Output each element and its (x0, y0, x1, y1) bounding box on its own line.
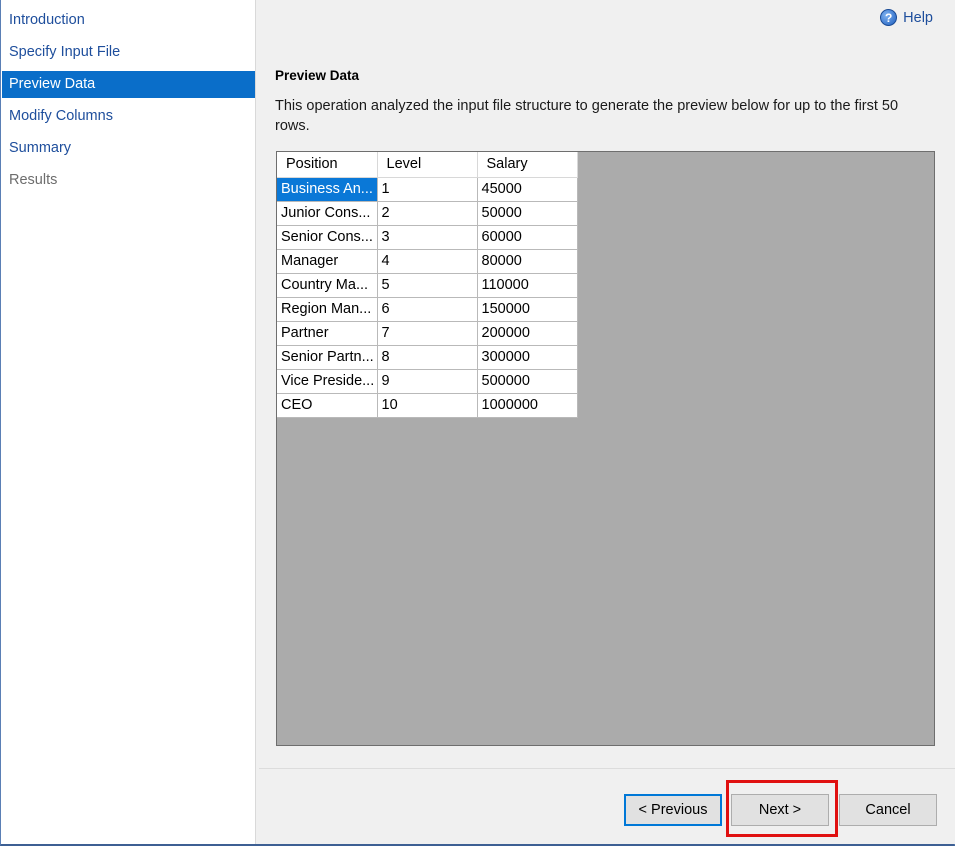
table-cell-salary[interactable]: 500000 (477, 369, 578, 394)
table-cell-position[interactable]: Vice Preside... (277, 369, 378, 394)
table-cell-level[interactable]: 5 (377, 273, 478, 298)
table-row: Region Man... 6 150000 (277, 297, 578, 322)
table-cell-level[interactable]: 7 (377, 321, 478, 346)
table-cell-salary[interactable]: 110000 (477, 273, 578, 298)
table-cell-position[interactable]: Senior Partn... (277, 345, 378, 370)
sidebar-item-modify-columns[interactable]: Modify Columns (2, 103, 255, 130)
table-cell-salary[interactable]: 80000 (477, 249, 578, 274)
table-row: Junior Cons... 2 50000 (277, 201, 578, 226)
table-cell-level[interactable]: 10 (377, 393, 478, 418)
table-row: Business An... 1 45000 (277, 177, 578, 202)
table-cell-level[interactable]: 4 (377, 249, 478, 274)
table-cell-level[interactable]: 1 (377, 177, 478, 202)
previous-button[interactable]: < Previous (624, 794, 722, 826)
table-cell-position[interactable]: Partner (277, 321, 378, 346)
table-cell-level[interactable]: 9 (377, 369, 478, 394)
sidebar-item-preview-data[interactable]: Preview Data (2, 71, 255, 98)
table-cell-position[interactable]: Business An... (277, 177, 378, 202)
help-label: Help (903, 9, 933, 26)
sidebar-item-specify-input-file[interactable]: Specify Input File (2, 39, 255, 66)
wizard-window: Introduction Specify Input File Preview … (0, 0, 955, 846)
table-cell-salary[interactable]: 45000 (477, 177, 578, 202)
next-button[interactable]: Next > (731, 794, 829, 826)
column-header-level[interactable]: Level (377, 152, 478, 178)
sidebar-item-summary[interactable]: Summary (2, 135, 255, 162)
table-cell-level[interactable]: 3 (377, 225, 478, 250)
table-row: Manager 4 80000 (277, 249, 578, 274)
wizard-footer: < Previous Next > Cancel (259, 768, 955, 844)
content-pane: ? Help Preview Data This operation analy… (259, 0, 955, 768)
table-cell-position[interactable]: CEO (277, 393, 378, 418)
table-row: Country Ma... 5 110000 (277, 273, 578, 298)
table-cell-salary[interactable]: 50000 (477, 201, 578, 226)
sidebar-item-results: Results (9, 172, 58, 188)
wizard-sidebar: Introduction Specify Input File Preview … (2, 0, 255, 844)
question-circle-icon: ? (880, 9, 898, 26)
sidebar-item-introduction[interactable]: Introduction (2, 7, 255, 34)
table-row: Senior Cons... 3 60000 (277, 225, 578, 250)
table-cell-position[interactable]: Senior Cons... (277, 225, 378, 250)
preview-table: Position Level Salary Business An... 1 4… (277, 152, 578, 418)
table-cell-level[interactable]: 2 (377, 201, 478, 226)
table-cell-salary[interactable]: 60000 (477, 225, 578, 250)
table-row: CEO 10 1000000 (277, 393, 578, 418)
preview-grid[interactable]: Position Level Salary Business An... 1 4… (276, 151, 935, 746)
page-title: Preview Data (275, 68, 360, 83)
table-cell-salary[interactable]: 200000 (477, 321, 578, 346)
table-cell-position[interactable]: Region Man... (277, 297, 378, 322)
column-header-position[interactable]: Position (277, 152, 378, 178)
table-cell-level[interactable]: 6 (377, 297, 478, 322)
table-header-row: Position Level Salary (277, 152, 578, 178)
page-description: This operation analyzed the input file s… (275, 98, 899, 134)
table-row: Partner 7 200000 (277, 321, 578, 346)
help-link[interactable]: ? Help (880, 9, 933, 26)
table-cell-level[interactable]: 8 (377, 345, 478, 370)
table-cell-salary[interactable]: 150000 (477, 297, 578, 322)
table-cell-position[interactable]: Country Ma... (277, 273, 378, 298)
table-row: Senior Partn... 8 300000 (277, 345, 578, 370)
table-cell-position[interactable]: Junior Cons... (277, 201, 378, 226)
column-header-salary[interactable]: Salary (477, 152, 578, 178)
cancel-button[interactable]: Cancel (839, 794, 937, 826)
table-cell-salary[interactable]: 300000 (477, 345, 578, 370)
table-row: Vice Preside... 9 500000 (277, 369, 578, 394)
table-cell-salary[interactable]: 1000000 (477, 393, 578, 418)
table-cell-position[interactable]: Manager (277, 249, 378, 274)
